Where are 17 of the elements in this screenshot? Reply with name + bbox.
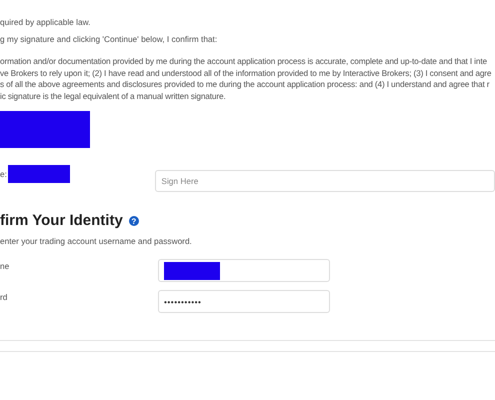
password-field[interactable]: ••••••••••• bbox=[158, 290, 330, 313]
consent-text: ic signature is the legal equivalent of a manual written signature. bbox=[0, 90, 227, 102]
signature-label: e: bbox=[0, 169, 7, 179]
signature-field[interactable]: Sign Here bbox=[155, 170, 495, 192]
consent-text: ormation and/or documentation provided by me during the account application process is accurate, complete and up-to-date and that I inte bbox=[0, 56, 488, 68]
section-description: enter your trading account username and password. bbox=[0, 236, 193, 246]
help-icon[interactable]: ? bbox=[128, 216, 139, 226]
username-field[interactable] bbox=[158, 259, 330, 282]
section-heading: firm Your Identity bbox=[0, 212, 123, 230]
consent-text: quired by applicable law. bbox=[0, 17, 92, 28]
consent-text: ve Brokers to rely upon it; (2) I have read and understood all of the information provided to me by Interactive Brokers; (3) I consent and agre bbox=[0, 68, 492, 79]
field-label: ne bbox=[0, 260, 10, 271]
consent-text: s of all the above agreements and disclosures provided to me during the account application process: and (4) I understand and agree that r bbox=[0, 79, 490, 90]
consent-text: g my signature and clicking 'Continue' below, I confirm that: bbox=[0, 34, 218, 45]
field-label: rd bbox=[0, 291, 8, 302]
redaction-block bbox=[164, 262, 220, 280]
redaction-block bbox=[8, 165, 70, 183]
